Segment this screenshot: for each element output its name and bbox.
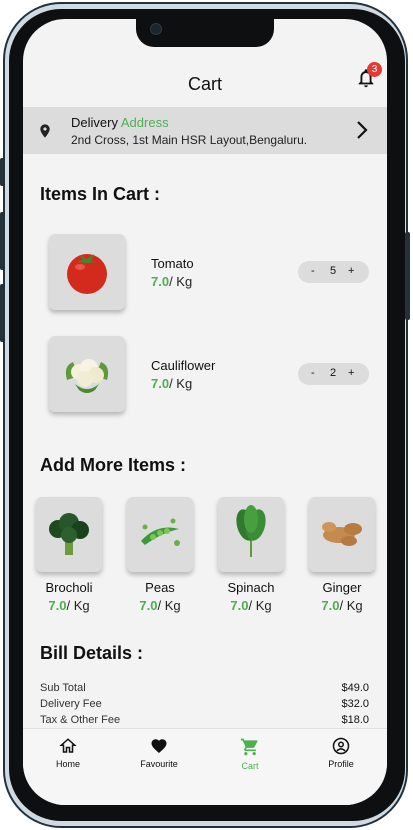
bill-row-amount: $32.0 <box>341 698 369 710</box>
bottom-navigation: Home Favourite Cart Profile <box>23 728 387 805</box>
price-unit: / Kg <box>66 598 90 613</box>
ginger-icon <box>322 522 362 546</box>
ginger-card[interactable] <box>309 497 375 572</box>
cart-item-name: Cauliflower <box>151 358 216 373</box>
cart-icon <box>240 738 258 756</box>
more-item-price: 7.0/ Kg <box>297 598 387 613</box>
broccoli-card[interactable] <box>36 497 102 572</box>
phone-volume-up-button <box>0 212 5 270</box>
bill-details-heading: Bill Details : <box>40 643 144 663</box>
quantity-stepper[interactable]: - 5 + <box>298 261 369 283</box>
phone-volume-down-button <box>0 284 5 342</box>
spinach-icon <box>236 505 266 557</box>
chevron-right-icon[interactable] <box>355 120 369 140</box>
nav-profile-label: Profile <box>328 759 354 769</box>
nav-favourite[interactable]: Favourite <box>119 737 199 769</box>
price-unit: / Kg <box>248 598 272 613</box>
home-icon <box>59 738 77 753</box>
quantity-value: 2 <box>330 367 337 379</box>
add-more-items-heading: Add More Items : <box>40 455 187 475</box>
nav-home[interactable]: Home <box>28 737 108 769</box>
page-title: Cart <box>187 74 222 94</box>
bill-row: Delivery Fee $32.0 <box>40 698 369 710</box>
increment-button[interactable]: + <box>348 265 354 277</box>
delivery-label-prefix: Delivery <box>71 115 118 130</box>
price-value: 7.0 <box>151 376 170 391</box>
price-unit: / Kg <box>169 376 193 391</box>
bill-row-label: Delivery Fee <box>40 698 102 710</box>
nav-cart-label: Cart <box>241 761 259 771</box>
more-item-name: Ginger <box>322 580 362 595</box>
delivery-address-label: Delivery Address <box>71 115 169 130</box>
phone-notch <box>136 19 274 47</box>
price-value: 7.0 <box>139 598 158 613</box>
phone-side-button <box>0 158 5 186</box>
nav-cart[interactable]: Cart <box>210 737 290 771</box>
bill-row-label: Tax & Other Fee <box>40 714 121 726</box>
bill-row-amount: $18.0 <box>341 714 369 726</box>
bill-row-amount: $49.0 <box>341 682 369 694</box>
price-value: 7.0 <box>151 274 170 289</box>
peas-card[interactable] <box>127 497 193 572</box>
phone-power-button <box>405 232 410 320</box>
nav-home-label: Home <box>55 759 80 769</box>
price-unit: / Kg <box>157 598 181 613</box>
more-item-price: 7.0/ Kg <box>206 598 296 613</box>
location-pin-icon <box>40 124 50 138</box>
quantity-stepper[interactable]: - 2 + <box>298 363 369 385</box>
nav-favourite-label: Favourite <box>140 759 178 769</box>
peas-icon <box>141 518 180 546</box>
decrement-button[interactable]: - <box>311 367 315 379</box>
profile-icon <box>332 737 350 755</box>
notification-badge: 3 <box>367 62 382 77</box>
broccoli-icon <box>49 513 89 555</box>
decrement-button[interactable]: - <box>311 265 315 277</box>
tomato-icon <box>67 254 107 294</box>
app-screen: Cart 3 Delivery Address 2nd Cross, 1st M… <box>23 19 387 805</box>
more-item-price: 7.0/ Kg <box>24 598 114 613</box>
delivery-label-accent: Address <box>120 115 169 130</box>
price-unit: / Kg <box>339 598 363 613</box>
more-item-name: Spinach <box>227 580 275 595</box>
price-value: 7.0 <box>230 598 249 613</box>
quantity-value: 5 <box>330 265 337 277</box>
spinach-card[interactable] <box>218 497 284 572</box>
delivery-address-bar[interactable]: Delivery Address 2nd Cross, 1st Main HSR… <box>23 107 387 154</box>
cauliflower-icon <box>65 359 109 393</box>
cart-item-price: 7.0/ Kg <box>151 274 192 289</box>
increment-button[interactable]: + <box>348 367 354 379</box>
cauliflower-image <box>49 336 125 412</box>
more-item-name: Brocholi <box>45 580 93 595</box>
price-value: 7.0 <box>48 598 67 613</box>
nav-profile[interactable]: Profile <box>301 737 381 769</box>
cart-item-name: Tomato <box>151 256 194 271</box>
more-item-price: 7.0/ Kg <box>115 598 205 613</box>
cart-item-price: 7.0/ Kg <box>151 376 192 391</box>
delivery-address-text: 2nd Cross, 1st Main HSR Layout,Bengaluru… <box>71 133 308 147</box>
camera-icon <box>150 23 162 35</box>
tomato-image <box>49 234 125 310</box>
price-unit: / Kg <box>169 274 193 289</box>
heart-icon <box>151 739 167 754</box>
bill-row-label: Sub Total <box>40 682 86 694</box>
price-value: 7.0 <box>321 598 340 613</box>
bill-row: Sub Total $49.0 <box>40 682 369 694</box>
bill-row: Tax & Other Fee $18.0 <box>40 714 369 726</box>
more-item-name: Peas <box>145 580 175 595</box>
items-in-cart-heading: Items In Cart : <box>40 184 161 204</box>
